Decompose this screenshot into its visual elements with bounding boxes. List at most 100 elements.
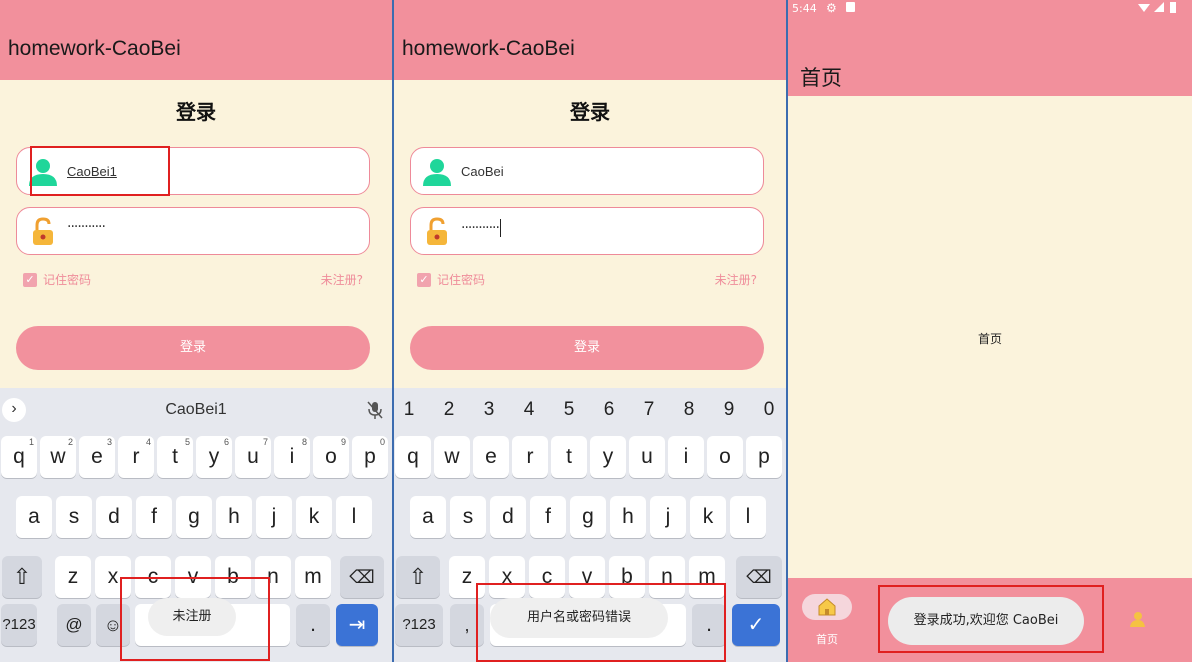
password-field[interactable]: ··········· bbox=[410, 207, 764, 255]
key-label: s bbox=[462, 505, 474, 528]
password-value: ··········· bbox=[67, 219, 106, 235]
key-a[interactable]: a bbox=[410, 496, 446, 538]
register-link[interactable]: 未注册? bbox=[715, 271, 757, 288]
login-title: 登录 bbox=[176, 100, 216, 124]
key-label: u bbox=[641, 445, 653, 468]
remember-password-checkbox[interactable]: ✓ 记住密码 bbox=[417, 271, 485, 288]
key-e[interactable]: e3 bbox=[79, 436, 115, 478]
key-8[interactable]: 8 bbox=[674, 390, 704, 430]
key-o[interactable]: o9 bbox=[313, 436, 349, 478]
remember-password-checkbox[interactable]: ✓ 记住密码 bbox=[23, 271, 91, 288]
username-value: CaoBei bbox=[461, 164, 504, 179]
key-label: d bbox=[108, 505, 120, 528]
key-w[interactable]: w bbox=[434, 436, 470, 478]
key-label: f bbox=[545, 505, 551, 528]
app-title: homework-CaoBei bbox=[8, 37, 181, 60]
mic-off-icon[interactable] bbox=[366, 400, 384, 420]
nav-home-item[interactable] bbox=[802, 594, 852, 620]
key-label: j bbox=[665, 505, 671, 528]
symbols-key[interactable]: ?123 bbox=[1, 604, 37, 646]
key-o[interactable]: o bbox=[707, 436, 743, 478]
key-e[interactable]: e bbox=[473, 436, 509, 478]
username-field[interactable]: CaoBei bbox=[410, 147, 764, 195]
shift-icon[interactable]: ⇧ bbox=[396, 556, 440, 598]
at-key[interactable]: @ bbox=[57, 604, 91, 646]
key-d[interactable]: d bbox=[96, 496, 132, 538]
key-u[interactable]: u7 bbox=[235, 436, 271, 478]
key-7[interactable]: 7 bbox=[634, 390, 664, 430]
key-label: a bbox=[422, 505, 434, 528]
key-4[interactable]: 4 bbox=[514, 390, 544, 430]
key-2[interactable]: 2 bbox=[434, 390, 464, 430]
key-l[interactable]: l bbox=[336, 496, 372, 538]
key-r[interactable]: r bbox=[512, 436, 548, 478]
text-caret bbox=[499, 219, 501, 237]
key-k[interactable]: k bbox=[690, 496, 726, 538]
tab-next-icon[interactable]: ⇥ bbox=[336, 604, 378, 646]
login-button[interactable]: 登录 bbox=[16, 326, 370, 370]
key-label: s bbox=[68, 505, 80, 528]
key-3[interactable]: 3 bbox=[474, 390, 504, 430]
key-5[interactable]: 5 bbox=[554, 390, 584, 430]
key-p[interactable]: p0 bbox=[352, 436, 388, 478]
key-t[interactable]: t5 bbox=[157, 436, 193, 478]
key-h[interactable]: h bbox=[610, 496, 646, 538]
key-s[interactable]: s bbox=[450, 496, 486, 538]
key-label: e bbox=[485, 445, 497, 468]
screen-login-wrong-password: homework-CaoBei 登录 CaoBei ··········· ✓ … bbox=[394, 0, 786, 662]
backspace-icon[interactable]: ⌫ bbox=[340, 556, 384, 598]
key-t[interactable]: t bbox=[551, 436, 587, 478]
password-field[interactable]: ··········· bbox=[16, 207, 370, 255]
check-done-icon[interactable]: ✓ bbox=[732, 604, 780, 646]
key-label: d bbox=[502, 505, 514, 528]
period-key[interactable]: . bbox=[296, 604, 330, 646]
key-k[interactable]: k bbox=[296, 496, 332, 538]
login-button[interactable]: 登录 bbox=[410, 326, 764, 370]
key-d[interactable]: d bbox=[490, 496, 526, 538]
key-label: p bbox=[364, 445, 376, 468]
key-u[interactable]: u bbox=[629, 436, 665, 478]
key-y[interactable]: y6 bbox=[196, 436, 232, 478]
shift-icon[interactable]: ⇧ bbox=[2, 556, 42, 598]
key-h[interactable]: h bbox=[216, 496, 252, 538]
key-j[interactable]: j bbox=[650, 496, 686, 538]
key-0[interactable]: 0 bbox=[754, 390, 784, 430]
register-link[interactable]: 未注册? bbox=[321, 271, 363, 288]
key-w[interactable]: w2 bbox=[40, 436, 76, 478]
key-6[interactable]: 6 bbox=[594, 390, 624, 430]
key-label: u bbox=[247, 445, 259, 468]
profile-nav-icon[interactable] bbox=[1128, 610, 1146, 628]
key-m[interactable]: m bbox=[295, 556, 331, 598]
key-1[interactable]: 1 bbox=[394, 390, 424, 430]
key-label: k bbox=[308, 505, 320, 528]
key-g[interactable]: g bbox=[176, 496, 212, 538]
symbols-key[interactable]: ?123 bbox=[395, 604, 443, 646]
key-a[interactable]: a bbox=[16, 496, 52, 538]
lock-icon bbox=[427, 217, 447, 245]
lock-icon bbox=[33, 217, 53, 245]
password-value: ··········· bbox=[461, 219, 501, 237]
key-q[interactable]: q bbox=[395, 436, 431, 478]
key-i[interactable]: i bbox=[668, 436, 704, 478]
key-label: q bbox=[407, 445, 419, 468]
key-p[interactable]: p bbox=[746, 436, 782, 478]
suggestion-word[interactable]: CaoBei1 bbox=[0, 401, 392, 419]
key-z[interactable]: z bbox=[55, 556, 91, 598]
key-label: l bbox=[351, 505, 357, 528]
key-s[interactable]: s bbox=[56, 496, 92, 538]
key-number-hint: 2 bbox=[67, 437, 73, 447]
key-g[interactable]: g bbox=[570, 496, 606, 538]
key-i[interactable]: i8 bbox=[274, 436, 310, 478]
highlight-box bbox=[30, 146, 170, 196]
key-r[interactable]: r4 bbox=[118, 436, 154, 478]
key-f[interactable]: f bbox=[136, 496, 172, 538]
key-q[interactable]: q1 bbox=[1, 436, 37, 478]
key-j[interactable]: j bbox=[256, 496, 292, 538]
key-number-hint: 1 bbox=[28, 437, 34, 447]
key-number-hint: 7 bbox=[262, 437, 268, 447]
backspace-icon[interactable]: ⌫ bbox=[736, 556, 782, 598]
key-f[interactable]: f bbox=[530, 496, 566, 538]
key-l[interactable]: l bbox=[730, 496, 766, 538]
key-9[interactable]: 9 bbox=[714, 390, 744, 430]
key-y[interactable]: y bbox=[590, 436, 626, 478]
